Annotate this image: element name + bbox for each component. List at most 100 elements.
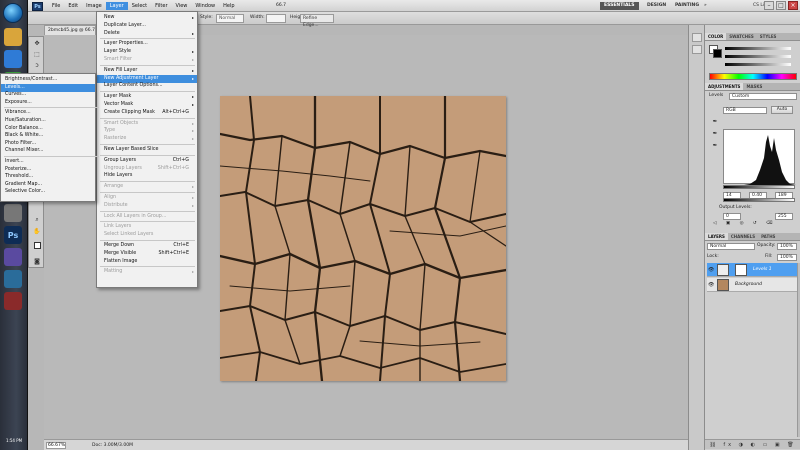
- output-white-field[interactable]: 255: [775, 213, 793, 220]
- background-swatch[interactable]: [713, 49, 722, 58]
- width-field[interactable]: [266, 14, 286, 23]
- menu-item-exposure[interactable]: Exposure...: [1, 99, 95, 107]
- menu-item-delete[interactable]: Delete ▸: [97, 30, 197, 38]
- output-levels-slider[interactable]: [723, 198, 795, 202]
- app-icon-3[interactable]: [4, 248, 22, 266]
- menu-item-duplicate-layer[interactable]: Duplicate Layer...: [97, 22, 197, 30]
- menu-separator: [100, 64, 195, 66]
- menu-view[interactable]: View: [172, 2, 192, 10]
- blue-slider[interactable]: [725, 63, 791, 66]
- red-slider[interactable]: [725, 47, 791, 50]
- fill-field[interactable]: 100%: [777, 254, 797, 261]
- tab-masks[interactable]: MASKS: [743, 83, 765, 90]
- menu-layer[interactable]: Layer: [105, 2, 128, 10]
- actions-panel-icon[interactable]: [692, 45, 702, 54]
- submenu-arrow-icon: ▸: [191, 102, 194, 107]
- browser-icon[interactable]: [4, 50, 22, 68]
- menu-item-new-layer-based-slice[interactable]: New Layer Based Slice: [97, 146, 197, 154]
- menu-item-channel-mixer[interactable]: Channel Mixer...: [1, 147, 95, 155]
- workspace-essentials[interactable]: ESSENTIALS: [600, 2, 639, 10]
- photoshop-taskbar-icon[interactable]: Ps: [4, 226, 22, 244]
- menu-edit[interactable]: Edit: [64, 2, 82, 10]
- black-eyedropper-icon[interactable]: ✒: [709, 117, 721, 127]
- start-button[interactable]: [3, 3, 23, 23]
- maximize-button[interactable]: □: [776, 1, 786, 10]
- opacity-field[interactable]: 100%: [777, 243, 797, 250]
- document-tab[interactable]: 2bmcb45.jpg @ 66.7% (Levels 1, Layer Mas…: [44, 25, 96, 35]
- foreground-color-icon[interactable]: [31, 242, 43, 252]
- tab-styles[interactable]: STYLES: [757, 33, 780, 40]
- menu-item-selective-color[interactable]: Selective Color...: [1, 188, 95, 196]
- menu-help[interactable]: Help: [219, 2, 238, 10]
- menu-item-group-layers[interactable]: Group Layers Ctrl+G: [97, 157, 197, 165]
- tab-adjustments[interactable]: ADJUSTMENTS: [705, 83, 744, 90]
- menu-image[interactable]: Image: [82, 2, 106, 10]
- white-eyedropper-icon[interactable]: ✒: [709, 141, 721, 151]
- menu-filter[interactable]: Filter: [151, 2, 171, 10]
- eye-icon[interactable]: 👁: [708, 267, 714, 273]
- layer-row-levels[interactable]: 👁 Levels 1: [707, 263, 799, 277]
- menu-item-new[interactable]: New ▸: [97, 14, 197, 22]
- layer-row-background[interactable]: 👁 Background: [707, 278, 799, 292]
- hand-tool-icon[interactable]: ✋: [31, 227, 43, 237]
- menu-item-create-clipping-mask[interactable]: Create Clipping Mask Alt+Ctrl+G: [97, 109, 197, 117]
- workspace-design[interactable]: DESIGN: [643, 2, 670, 10]
- levels-preset-select[interactable]: Custom: [729, 93, 797, 100]
- menu-item-merge-visible[interactable]: Merge Visible Shift+Ctrl+E: [97, 250, 197, 258]
- menu-item-merge-down[interactable]: Merge Down Ctrl+E: [97, 242, 197, 250]
- tab-paths[interactable]: PATHS: [758, 233, 778, 240]
- adjustment-layer-thumb: [717, 264, 729, 276]
- gray-eyedropper-icon[interactable]: ✒: [709, 129, 721, 139]
- zoom-tool-icon[interactable]: ⌕: [31, 215, 43, 225]
- menu-item-layer-mask[interactable]: Layer Mask ▸: [97, 93, 197, 101]
- refine-edge-button[interactable]: Refine Edge...: [300, 14, 334, 28]
- tab-color[interactable]: COLOR: [705, 33, 727, 40]
- menu-file[interactable]: File: [48, 2, 64, 10]
- app-icon-2[interactable]: [4, 204, 22, 222]
- output-black-field[interactable]: 0: [723, 213, 741, 220]
- menu-item-new-adjustment-layer[interactable]: New Adjustment Layer ▸: [97, 74, 197, 83]
- tab-channels[interactable]: CHANNELS: [728, 233, 758, 240]
- app-icon-4[interactable]: [4, 270, 22, 288]
- menu-item-new-fill-layer[interactable]: New Fill Layer ▸: [97, 67, 197, 75]
- layers-footer-icons[interactable]: ⛓ fx ◑ ◐ ▭ ▣ 🗑: [705, 439, 800, 449]
- move-tool-icon[interactable]: ✥: [31, 39, 43, 49]
- document-image[interactable]: [220, 96, 506, 381]
- menu-item-layer-content-options[interactable]: Layer Content Options...: [97, 82, 197, 90]
- histogram-graph: [724, 135, 796, 185]
- tab-layers[interactable]: LAYERS: [705, 233, 728, 240]
- menu-item-hide-layers[interactable]: Hide Layers: [97, 172, 197, 180]
- menu-item-flatten-image[interactable]: Flatten Image: [97, 258, 197, 266]
- quick-mask-icon[interactable]: ◙: [31, 257, 43, 267]
- background-layer-thumb: [717, 279, 729, 291]
- workspace-painting[interactable]: PAINTING: [671, 2, 703, 10]
- folder-icon[interactable]: [4, 28, 22, 46]
- close-button[interactable]: ×: [788, 1, 798, 10]
- marquee-tool-icon[interactable]: ⬚: [31, 50, 43, 60]
- blend-mode-select[interactable]: Normal: [707, 243, 755, 250]
- tab-swatches[interactable]: SWATCHES: [726, 33, 757, 40]
- zoom-readout[interactable]: 66.7: [276, 2, 286, 10]
- levels-auto-button[interactable]: Auto: [771, 106, 793, 114]
- eye-icon[interactable]: 👁: [708, 282, 714, 288]
- menu-item-align: Align ▸: [97, 194, 197, 202]
- menu-window[interactable]: Window: [191, 2, 219, 10]
- menu-item-layer-style[interactable]: Layer Style ▸: [97, 48, 197, 56]
- menu-separator: [100, 192, 195, 193]
- menu-item-layer-properties[interactable]: Layer Properties...: [97, 40, 197, 48]
- green-slider[interactable]: [725, 55, 791, 58]
- adjustments-footer-icons[interactable]: ◁ ▣ ◎ ↺ ⌫: [713, 221, 777, 227]
- menu-select[interactable]: Select: [128, 2, 151, 10]
- menu-item-vector-mask[interactable]: Vector Mask ▸: [97, 101, 197, 109]
- color-spectrum[interactable]: [709, 73, 797, 80]
- lasso-tool-icon[interactable]: ↄ: [31, 61, 43, 71]
- more-workspaces[interactable]: »: [704, 2, 707, 10]
- levels-channel-select[interactable]: RGB: [723, 107, 767, 114]
- input-levels-slider[interactable]: [723, 185, 795, 189]
- layer-mask-thumb[interactable]: [735, 264, 747, 276]
- status-zoom-field[interactable]: 66.67%: [46, 442, 66, 449]
- history-panel-icon[interactable]: [692, 33, 702, 42]
- app-icon-5[interactable]: [4, 292, 22, 310]
- style-select[interactable]: Normal: [216, 14, 244, 23]
- minimize-button[interactable]: –: [764, 1, 774, 10]
